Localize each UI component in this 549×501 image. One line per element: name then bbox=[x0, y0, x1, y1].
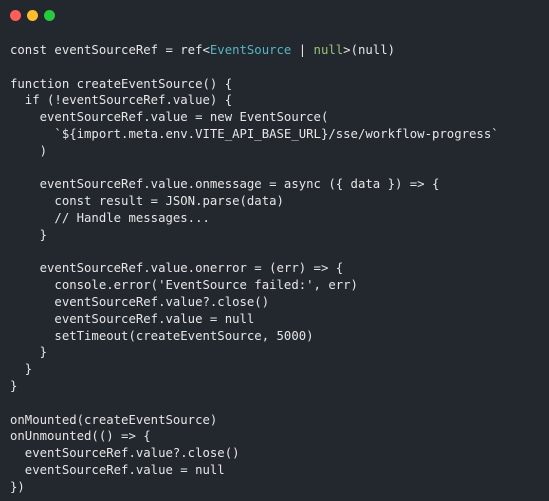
code-line: eventSourceRef.value.onerror = (err) => … bbox=[10, 261, 344, 276]
code-line: } bbox=[10, 362, 33, 377]
maximize-window-button[interactable] bbox=[44, 10, 55, 21]
code-line: const result = JSON.parse(data) bbox=[10, 194, 284, 209]
code-line: onMounted(createEventSource) bbox=[10, 412, 218, 427]
close-window-button[interactable] bbox=[10, 10, 21, 21]
code-block: const eventSourceRef = ref<EventSource |… bbox=[10, 42, 545, 496]
code-line: eventSourceRef.value = new EventSource( bbox=[10, 110, 329, 125]
code-line: ) bbox=[10, 143, 48, 158]
code-token: >(null) bbox=[343, 43, 395, 57]
code-line: setTimeout(createEventSource, 5000) bbox=[10, 328, 314, 343]
code-line: // Handle messages... bbox=[10, 210, 210, 225]
code-line: console.error('EventSource failed:', err… bbox=[10, 278, 358, 293]
window-titlebar bbox=[0, 0, 549, 30]
code-line: eventSourceRef.value?.close() bbox=[10, 294, 270, 309]
code-line: `${import.meta.env.VITE_API_BASE_URL}/ss… bbox=[10, 126, 499, 141]
code-line: eventSourceRef.value?.close() bbox=[10, 446, 240, 461]
code-line: if (!eventSourceRef.value) { bbox=[10, 93, 233, 108]
type-token: EventSource bbox=[209, 43, 292, 57]
code-line: eventSourceRef.value.onmessage = async (… bbox=[10, 177, 440, 192]
code-line: function createEventSource() { bbox=[10, 76, 233, 91]
code-line: } bbox=[10, 378, 18, 393]
code-line: const eventSourceRef = ref<EventSource |… bbox=[10, 42, 545, 59]
code-line: onUnmounted(() => { bbox=[10, 429, 151, 444]
code-line: eventSourceRef.value = null bbox=[10, 311, 255, 326]
code-line: } bbox=[10, 227, 48, 242]
null-type-token: null bbox=[313, 43, 344, 57]
code-line: eventSourceRef.value = null bbox=[10, 462, 225, 477]
code-window: const eventSourceRef = ref<EventSource |… bbox=[0, 0, 549, 501]
code-token: | bbox=[291, 43, 314, 57]
code-line: } bbox=[10, 345, 48, 360]
code-token: const eventSourceRef = ref< bbox=[10, 43, 210, 57]
minimize-window-button[interactable] bbox=[27, 10, 38, 21]
code-line: }) bbox=[10, 479, 25, 494]
